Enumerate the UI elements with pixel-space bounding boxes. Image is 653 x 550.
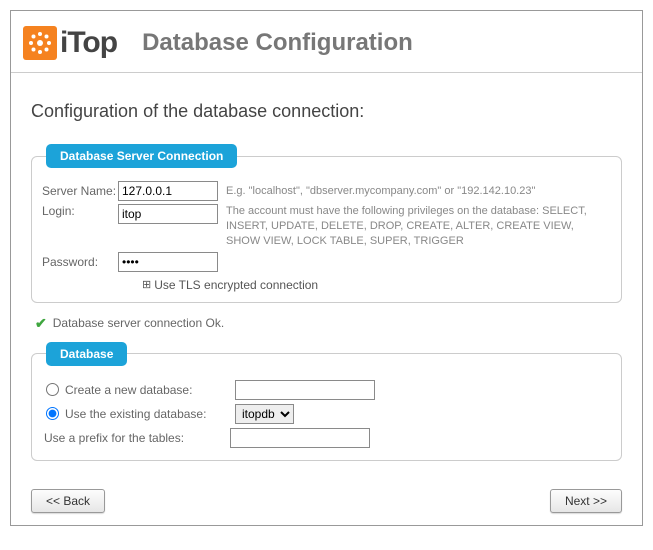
connection-status: ✔ Database server connection Ok. — [35, 315, 622, 332]
login-hint: The account must have the following priv… — [226, 204, 611, 249]
server-connection-fieldset: Database Server Connection Server Name: … — [31, 144, 622, 303]
login-label: Login: — [42, 204, 118, 218]
expand-icon: ⊞ — [142, 278, 151, 291]
server-connection-legend: Database Server Connection — [46, 144, 237, 168]
logo-icon — [23, 26, 57, 60]
next-button[interactable]: Next >> — [550, 489, 622, 513]
row-create-db: Create a new database: — [42, 380, 611, 400]
row-login: Login: The account must have the followi… — [42, 204, 611, 249]
content: Configuration of the database connection… — [11, 73, 642, 483]
server-hint: E.g. "localhost", "dbserver.mycompany.co… — [226, 184, 611, 199]
logo-text: iTop — [60, 26, 117, 60]
create-db-input[interactable] — [235, 380, 375, 400]
row-password: Password: — [42, 252, 611, 272]
row-server: Server Name: E.g. "localhost", "dbserver… — [42, 181, 611, 201]
status-text: Database server connection Ok. — [53, 316, 224, 330]
server-input[interactable] — [118, 181, 218, 201]
use-db-label: Use the existing database: — [65, 407, 235, 421]
page-title: Database Configuration — [142, 29, 413, 57]
password-label: Password: — [42, 255, 118, 269]
database-legend: Database — [46, 342, 127, 366]
password-input[interactable] — [118, 252, 218, 272]
check-icon: ✔ — [35, 315, 47, 332]
database-fieldset: Database Create a new database: Use the … — [31, 342, 622, 461]
logo: iTop — [23, 26, 117, 60]
login-input[interactable] — [118, 204, 218, 224]
back-button[interactable]: << Back — [31, 489, 105, 513]
create-db-label: Create a new database: — [65, 383, 235, 397]
tls-toggle[interactable]: ⊞ Use TLS encrypted connection — [142, 278, 611, 292]
tls-label: Use TLS encrypted connection — [154, 278, 318, 292]
use-db-radio[interactable] — [46, 407, 59, 420]
row-use-db: Use the existing database: itopdb — [42, 404, 611, 424]
nav-row: << Back Next >> — [11, 483, 642, 513]
prefix-input[interactable] — [230, 428, 370, 448]
use-db-select[interactable]: itopdb — [235, 404, 294, 424]
wizard-window: iTop Database Configuration Configuratio… — [10, 10, 643, 526]
server-label: Server Name: — [42, 184, 118, 198]
create-db-radio[interactable] — [46, 383, 59, 396]
header: iTop Database Configuration — [11, 11, 642, 73]
prefix-label: Use a prefix for the tables: — [44, 431, 230, 445]
row-prefix: Use a prefix for the tables: — [42, 428, 611, 448]
subheading: Configuration of the database connection… — [31, 101, 622, 122]
